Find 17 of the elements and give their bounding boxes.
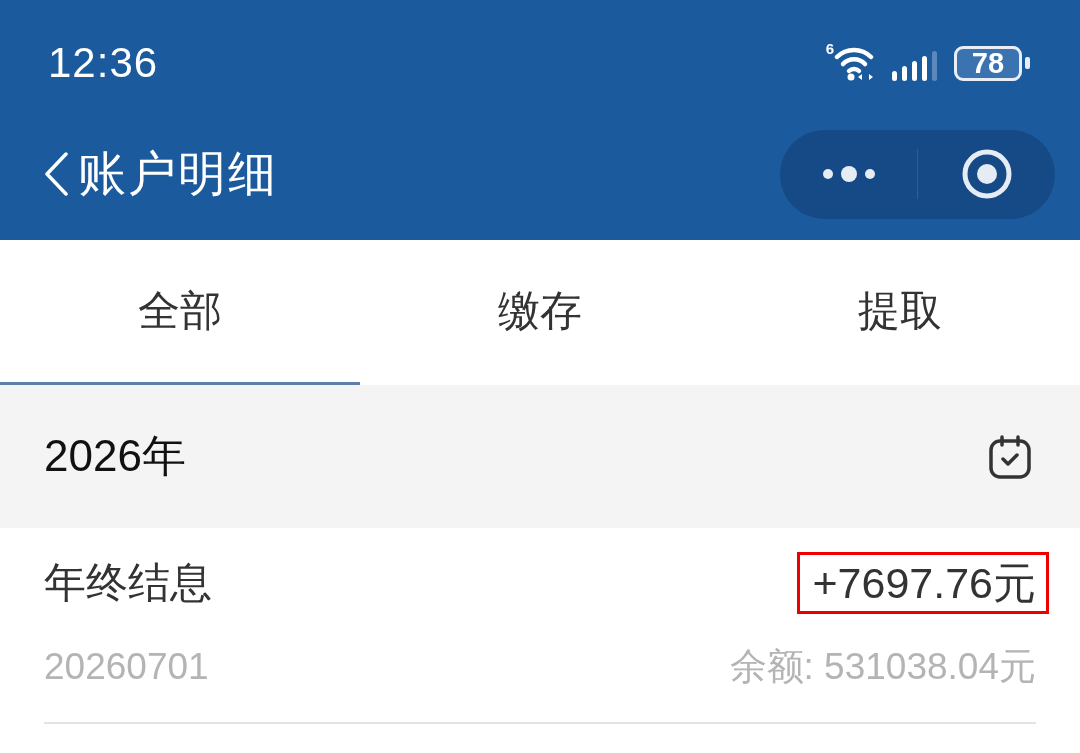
amount-text: +7697.76元: [812, 558, 1036, 609]
dots-icon: [821, 165, 876, 183]
battery-tip-icon: [1025, 57, 1030, 69]
wifi-badge-text: 6: [825, 41, 834, 56]
year-label: 2026年: [44, 430, 186, 482]
ring-dot-icon: [960, 148, 1013, 200]
transaction-title: 年终结息: [44, 558, 212, 608]
status-time: 12:36: [48, 39, 159, 87]
signal-icon: [892, 51, 938, 81]
balance-text: 余额: 531038.04元: [729, 645, 1036, 689]
transaction-date: 20260701: [44, 646, 209, 688]
back-button[interactable]: [44, 152, 68, 196]
chevron-left-icon: [44, 152, 68, 196]
battery-level-text: 78: [954, 45, 1022, 81]
page-title: 账户明细: [78, 146, 278, 202]
calendar-icon[interactable]: [988, 434, 1032, 479]
wifi-icon: [834, 45, 874, 81]
